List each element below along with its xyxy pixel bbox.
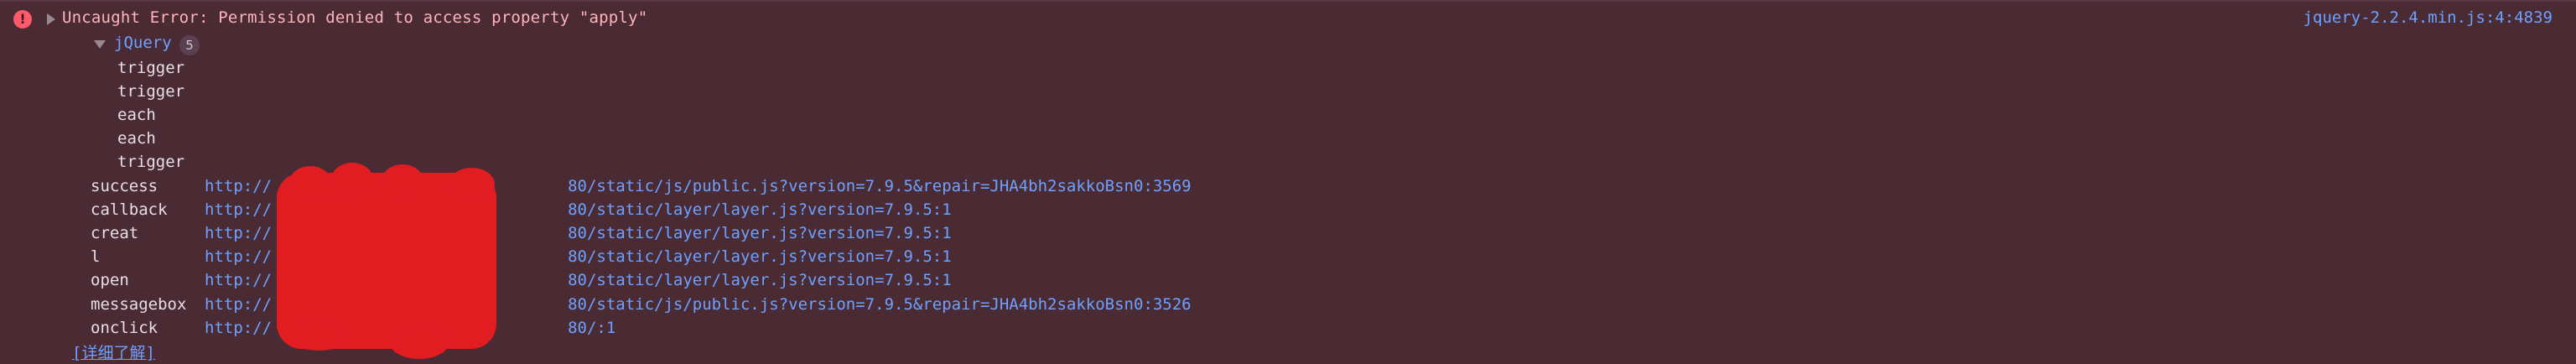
collapse-arrow-icon[interactable] (94, 40, 106, 49)
stack-frame-function: open (91, 271, 129, 289)
error-message: Uncaught Error: Permission denied to acc… (62, 8, 648, 27)
stack-group-item: each (117, 129, 156, 148)
stack-group-item: trigger (117, 82, 185, 101)
stack-frame-function: creat (91, 224, 139, 242)
source-link[interactable]: jquery-2.2.4.min.js:4:4839 (2303, 8, 2553, 27)
stack-frame-function: messagebox (91, 295, 187, 314)
stack-frame-function: l (91, 247, 101, 266)
stack-group-count-badge: 5 (179, 35, 200, 55)
stack-group-item: each (117, 106, 156, 124)
expand-arrow-icon[interactable] (47, 13, 55, 25)
stack-frame-function: callback (91, 200, 168, 219)
stack-frame-function: onclick (91, 319, 158, 337)
error-icon: ! (13, 10, 32, 29)
stack-frame-function: success (91, 177, 158, 195)
learn-more-link[interactable]: [详细了解] (72, 341, 155, 363)
stack-group-item: trigger (117, 59, 185, 77)
console-top-border (0, 0, 2576, 2)
stack-group-item: trigger (117, 153, 185, 171)
stack-group-name[interactable]: jQuery (114, 34, 172, 52)
